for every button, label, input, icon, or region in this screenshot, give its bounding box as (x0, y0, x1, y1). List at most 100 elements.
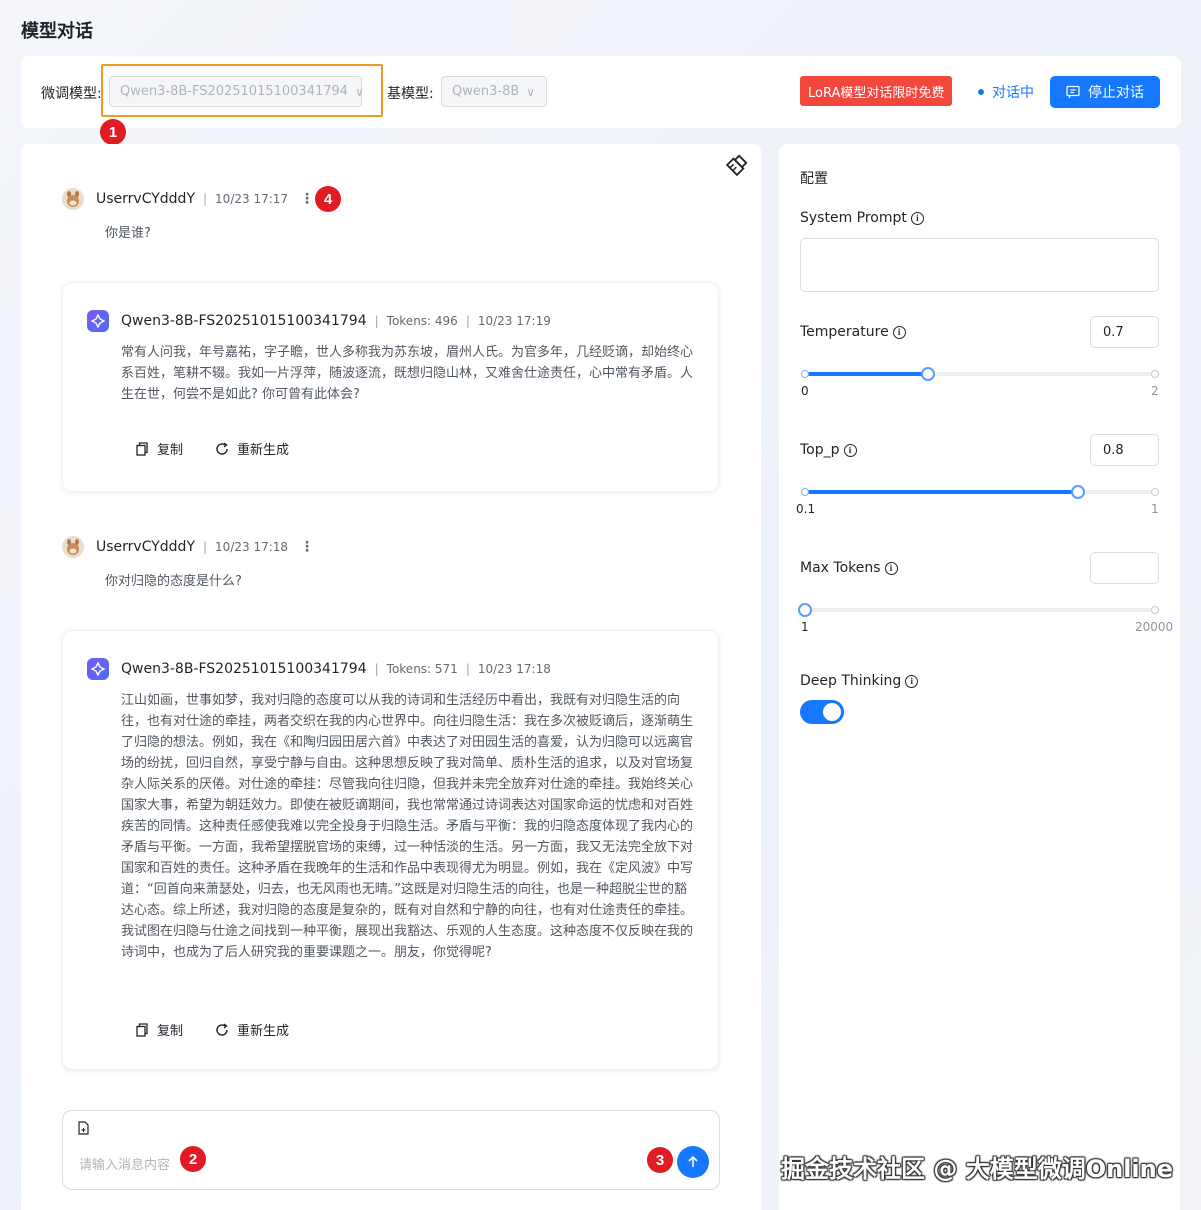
max-tokens-min: 1 (801, 620, 809, 634)
temperature-min: 0 (801, 384, 809, 398)
assistant-message-card: Qwen3-8B-FS20251015100341794 | Tokens: 5… (62, 630, 719, 1070)
regenerate-button[interactable]: 重新生成 (215, 1020, 289, 1039)
send-button[interactable] (677, 1146, 709, 1178)
attach-file-icon[interactable] (77, 1120, 90, 1139)
divider: | (374, 662, 379, 676)
slider-fill (805, 372, 928, 376)
temperature-input[interactable]: 0.7 (1090, 316, 1159, 348)
system-prompt-label-text: System Prompt (800, 210, 907, 226)
divider: | (465, 662, 470, 676)
assistant-message-card: Qwen3-8B-FS20251015100341794 | Tokens: 4… (62, 282, 719, 492)
system-prompt-label: System Prompt i (800, 210, 924, 226)
model-toolbar: 微调模型: Qwen3-8B-FS20251015100341794 ∨ 基模型… (21, 56, 1181, 128)
chevron-down-icon: ∨ (526, 84, 536, 99)
info-icon[interactable]: i (843, 443, 857, 457)
assistant-model-name: Qwen3-8B-FS20251015100341794 (121, 661, 367, 677)
message-input-box[interactable]: 请输入消息内容 2 3 (62, 1110, 720, 1190)
user-message: UserrvCYdddY | 10/23 17:18 ⋮ 你对归隐的态度是什么? (62, 536, 314, 589)
status-dot-icon (978, 89, 984, 95)
top-p-max: 1 (1151, 502, 1159, 516)
temperature-slider[interactable] (801, 367, 1159, 381)
config-panel: 配置 System Prompt i Temperature i 0.7 0 2… (779, 144, 1180, 1210)
watermark-text: 掘金技术社区 @ 大模型微调Online (781, 1155, 1174, 1183)
top-p-slider[interactable] (801, 485, 1159, 499)
message-actions: 复制 重新生成 (135, 1020, 321, 1039)
annotation-marker-3: 3 (647, 1147, 673, 1173)
info-icon[interactable]: i (884, 561, 898, 575)
max-tokens-label-text: Max Tokens (800, 560, 881, 576)
annotation-marker-1: 1 (100, 119, 126, 145)
assistant-avatar-icon (87, 658, 109, 680)
copy-label: 复制 (157, 1024, 184, 1039)
copy-icon (136, 441, 148, 456)
info-icon[interactable]: i (905, 674, 919, 688)
stop-chat-button[interactable]: 停止对话 (1050, 76, 1160, 108)
temperature-label-text: Temperature (800, 324, 889, 340)
copy-button[interactable]: 复制 (135, 1020, 183, 1039)
slider-min-dot (801, 370, 809, 378)
slider-max-dot (1151, 606, 1159, 614)
divider: | (203, 192, 208, 206)
deep-thinking-label-text: Deep Thinking (800, 673, 902, 689)
slider-fill (805, 490, 1078, 494)
top-p-label: Top_p i (800, 442, 857, 458)
base-model-label: 基模型: (387, 86, 434, 102)
temperature-max: 2 (1151, 384, 1159, 398)
refresh-icon (216, 1022, 228, 1036)
more-options-icon[interactable]: ⋮ (300, 191, 314, 207)
deep-thinking-toggle[interactable] (800, 700, 844, 724)
refresh-icon (216, 441, 228, 455)
regenerate-button[interactable]: 重新生成 (215, 439, 289, 458)
status-text: 对话中 (992, 85, 1034, 101)
user-message-text: 你是谁? (105, 226, 151, 241)
assistant-message-text: 江山如画，世事如梦，我对归隐的态度可以从我的诗词和生活经历中看出，我既有对归隐生… (121, 693, 694, 960)
more-options-icon[interactable]: ⋮ (300, 539, 314, 555)
deep-thinking-label: Deep Thinking i (800, 673, 919, 689)
divider: | (465, 314, 470, 328)
page-title: 模型对话 (21, 21, 93, 42)
status-indicator: 对话中 (978, 82, 1034, 102)
message-time: 10/23 17:18 (215, 540, 289, 554)
message-input-placeholder[interactable]: 请输入消息内容 (79, 1154, 170, 1173)
message-time: 10/23 17:17 (215, 192, 289, 206)
max-tokens-label: Max Tokens i (800, 560, 898, 576)
top-p-input[interactable]: 0.8 (1090, 434, 1159, 466)
max-tokens-max: 20000 (1135, 620, 1174, 634)
top-p-min: 0.1 (796, 502, 816, 516)
max-tokens-input[interactable] (1090, 552, 1159, 584)
user-name: UserrvCYdddY (96, 191, 195, 207)
promo-badge: LoRA模型对话限时免费 (800, 76, 953, 106)
copy-button[interactable]: 复制 (135, 439, 183, 458)
slider-handle[interactable] (920, 367, 935, 381)
base-model-value: Qwen3-8B (452, 84, 520, 99)
temperature-label: Temperature i (800, 324, 906, 340)
top-p-label-text: Top_p (800, 442, 840, 458)
slider-handle[interactable] (1071, 485, 1085, 499)
token-count: Tokens: 571 (386, 662, 458, 676)
clear-chat-icon[interactable] (725, 154, 748, 180)
finetune-model-label: 微调模型: (41, 86, 102, 102)
annotation-highlight-box (101, 64, 383, 117)
assistant-avatar-icon (87, 310, 109, 332)
info-icon[interactable]: i (892, 325, 906, 339)
user-avatar (62, 536, 84, 558)
assistant-model-name: Qwen3-8B-FS20251015100341794 (121, 313, 367, 329)
slider-handle[interactable] (798, 603, 812, 617)
stop-chat-label: 停止对话 (1088, 85, 1144, 101)
message-time: 10/23 17:19 (477, 314, 551, 328)
user-avatar (62, 188, 84, 210)
user-message-text: 你对归隐的态度是什么? (105, 574, 242, 589)
message-time: 10/23 17:18 (477, 662, 551, 676)
info-icon[interactable]: i (910, 211, 924, 225)
slider-max-dot (1151, 488, 1159, 496)
base-model-select[interactable]: Qwen3-8B ∨ (441, 76, 547, 107)
config-title: 配置 (800, 171, 828, 187)
assistant-message-text: 常有人问我，年号嘉祐，字子瞻，世人多称我为苏东坡，眉州人氏。为官多年，几经贬谪，… (121, 345, 694, 402)
max-tokens-slider[interactable] (798, 603, 1159, 617)
user-name: UserrvCYdddY (96, 539, 195, 555)
slider-max-dot (1151, 370, 1159, 378)
regenerate-label: 重新生成 (237, 1024, 290, 1039)
token-count: Tokens: 496 (386, 314, 458, 328)
regenerate-label: 重新生成 (237, 443, 290, 458)
system-prompt-textarea[interactable] (800, 238, 1159, 292)
